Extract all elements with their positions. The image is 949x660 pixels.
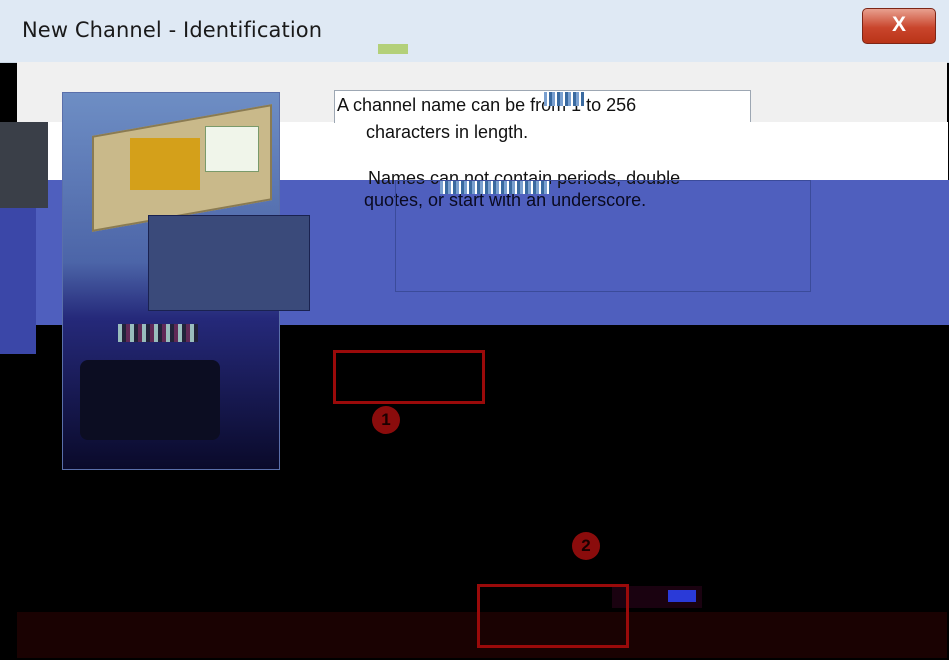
dark-side-strip (0, 122, 48, 208)
computer-tower-icon (148, 215, 310, 311)
help-line-2: characters in length. (366, 122, 529, 142)
render-artifact (118, 324, 198, 342)
help-line-1: A channel name can be from 1 to 256 (337, 95, 637, 115)
keyboard-shadow-icon (80, 360, 220, 440)
render-artifact (668, 590, 696, 602)
help-panel-frame (395, 180, 811, 292)
close-button[interactable]: X (862, 8, 936, 44)
blue-side-strip (0, 208, 36, 354)
screen-window-icon (205, 126, 259, 172)
render-artifact (378, 44, 408, 54)
window-title: New Channel - Identification (22, 18, 323, 42)
help-text-box-lower: characters in length. Names can not cont… (360, 122, 948, 188)
annotation-marker-2: 2 (572, 532, 600, 560)
title-bar: New Channel - Identification X (0, 0, 949, 63)
screen-chart-icon (130, 138, 200, 190)
help-text-box: A channel name can be from 1 to 256 (334, 90, 751, 123)
channel-name-field-highlight[interactable] (333, 350, 485, 404)
annotation-marker-1: 1 (372, 406, 400, 434)
next-button-highlight[interactable] (477, 584, 629, 648)
close-icon: X (891, 13, 906, 36)
render-artifact (544, 92, 584, 106)
